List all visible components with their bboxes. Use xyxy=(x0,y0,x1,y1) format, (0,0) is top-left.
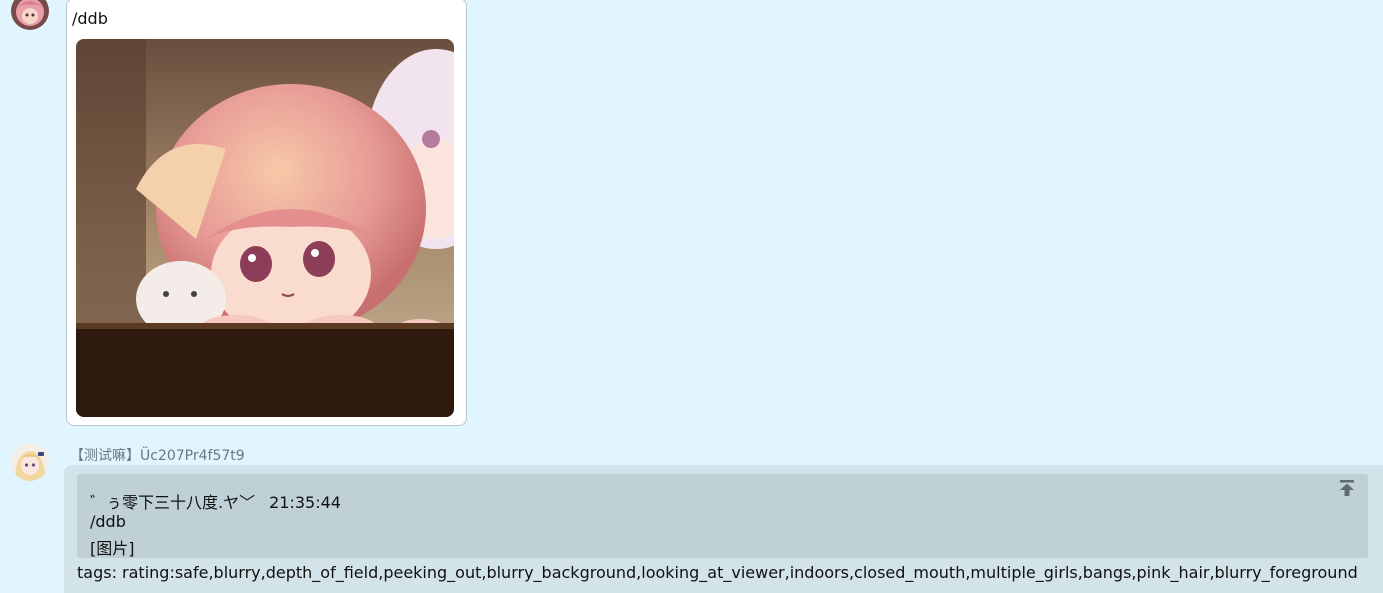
message-bubble-user[interactable]: /ddb xyxy=(66,0,467,426)
pin-to-top-icon[interactable] xyxy=(1338,479,1356,497)
sender-name: 【测试嘛】Üc207Pr4f57t9 xyxy=(70,448,245,464)
bot-avatar-image xyxy=(11,443,49,481)
quote-text: /ddb xyxy=(90,512,126,531)
bot-avatar[interactable] xyxy=(11,443,49,481)
quote-image-placeholder: [图片] xyxy=(90,539,135,558)
tags-text: tags: rating:safe,blurry,depth_of_field,… xyxy=(77,563,1358,582)
anime-illustration-image[interactable] xyxy=(76,39,454,417)
user-avatar[interactable] xyxy=(11,0,49,30)
quote-time: 21:35:44 xyxy=(269,493,341,512)
quote-author: ゛ぅ零下三十八度.ヤ﹀ xyxy=(90,493,256,512)
chat-window: /ddb 【测试嘛】Üc207Pr4f57t9 ゛ぅ零下三十八度.ヤ﹀ 21:3… xyxy=(0,0,1383,593)
user-avatar-image xyxy=(11,0,49,30)
message-text: /ddb xyxy=(72,9,108,28)
message-bubble-bot[interactable]: ゛ぅ零下三十八度.ヤ﹀ 21:35:44 /ddb [图片] tags: rati… xyxy=(64,465,1383,593)
quoted-message[interactable]: ゛ぅ零下三十八度.ヤ﹀ 21:35:44 /ddb [图片] xyxy=(77,474,1368,558)
quote-header: ゛ぅ零下三十八度.ヤ﹀ 21:35:44 xyxy=(90,489,341,513)
